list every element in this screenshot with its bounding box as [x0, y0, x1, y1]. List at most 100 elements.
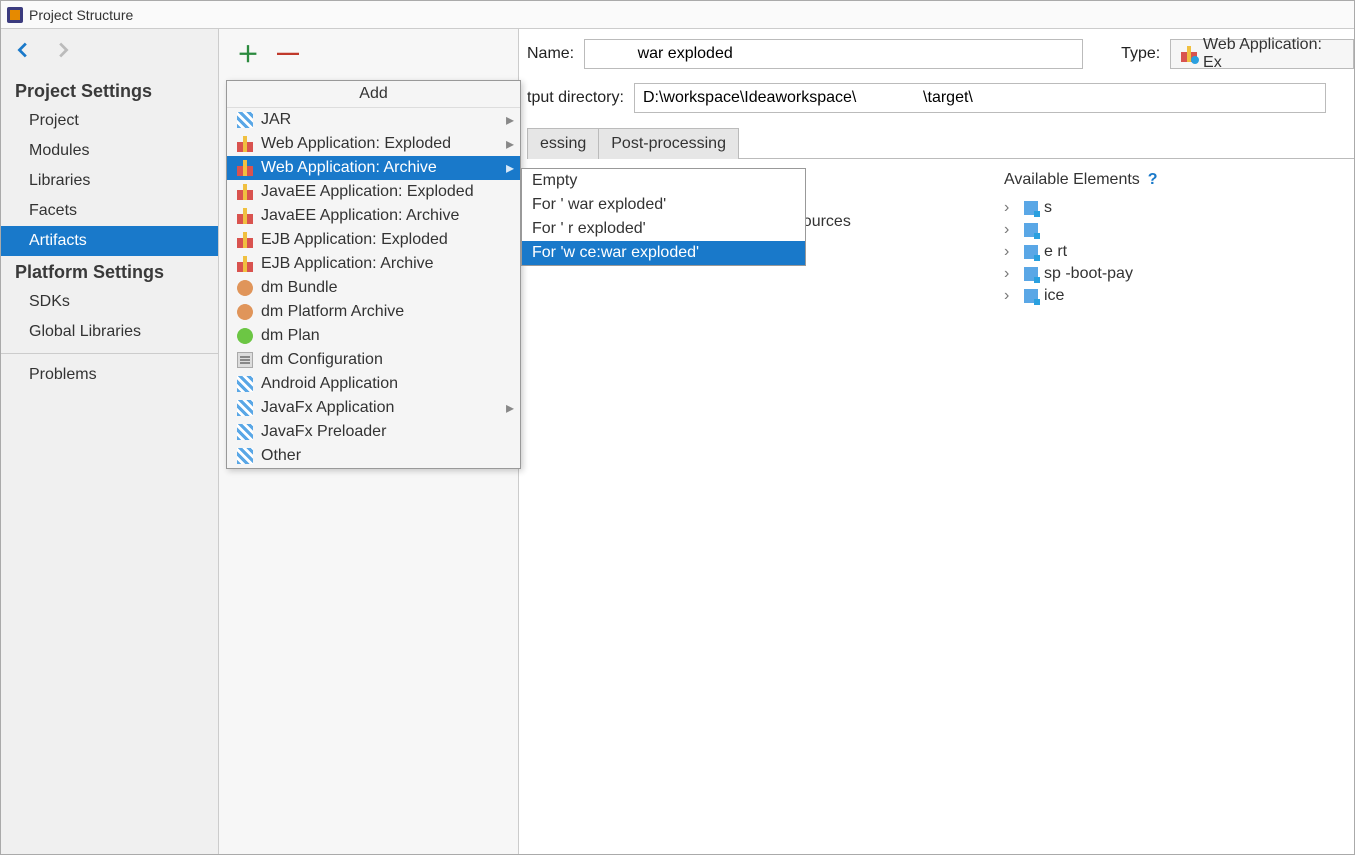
add-menu-item[interactable]: Other: [227, 444, 520, 468]
add-artifact-submenu: EmptyFor ' war exploded'For ' r exploded…: [521, 168, 806, 266]
artifact-type-dropdown[interactable]: Web Application: Ex: [1170, 39, 1354, 69]
sidebar-divider: [1, 353, 218, 354]
available-item-label: sp -boot-pay: [1044, 265, 1133, 283]
tabs: essing Post-processing: [527, 127, 1354, 159]
tab-postprocessing[interactable]: Post-processing: [598, 128, 739, 159]
add-menu-item[interactable]: JavaEE Application: Exploded: [227, 180, 520, 204]
add-menu-item-label: JavaEE Application: Archive: [261, 207, 459, 225]
add-menu-item[interactable]: EJB Application: Exploded: [227, 228, 520, 252]
gift-icon: [237, 160, 253, 176]
add-menu-item[interactable]: dm Configuration: [227, 348, 520, 372]
add-menu-item-label: Other: [261, 447, 301, 465]
add-menu-item[interactable]: Android Application: [227, 372, 520, 396]
add-menu-item-label: dm Configuration: [261, 351, 383, 369]
module-blue-icon: [1024, 201, 1038, 215]
submenu-item[interactable]: For ' r exploded': [522, 217, 805, 241]
add-menu-item[interactable]: dm Plan: [227, 324, 520, 348]
submenu-arrow-icon: ▸: [506, 134, 514, 154]
gift-icon: [237, 208, 253, 224]
submenu-arrow-icon: ▸: [506, 398, 514, 418]
titlebar: Project Structure: [1, 1, 1354, 29]
add-menu-item-label: dm Platform Archive: [261, 303, 404, 321]
add-menu-item[interactable]: JavaFx Preloader: [227, 420, 520, 444]
remove-artifact-icon[interactable]: —: [277, 40, 299, 66]
add-menu-item-label: EJB Application: Archive: [261, 255, 434, 273]
sidebar: Project Settings Project Modules Librari…: [1, 29, 219, 854]
submenu-item[interactable]: For ' war exploded': [522, 193, 805, 217]
jar-icon: [237, 424, 253, 440]
chevron-right-icon: ›: [1004, 243, 1018, 261]
module-blue-icon: [1024, 223, 1038, 237]
chevron-right-icon: ›: [1004, 265, 1018, 283]
add-menu-item[interactable]: JavaFx Application ▸: [227, 396, 520, 420]
add-menu-item[interactable]: Web Application: Exploded ▸: [227, 132, 520, 156]
sidebar-item-artifacts[interactable]: Artifacts: [1, 226, 218, 256]
add-menu-item-label: dm Bundle: [261, 279, 338, 297]
nav-forward-icon[interactable]: [51, 39, 73, 65]
add-artifact-icon[interactable]: ＋: [237, 37, 259, 69]
available-item[interactable]: › ice: [1004, 285, 1344, 307]
type-label: Type:: [1121, 45, 1160, 63]
output-dir-label: tput directory:: [527, 89, 624, 107]
add-menu-item-label: Web Application: Exploded: [261, 135, 451, 153]
add-menu-item-label: EJB Application: Exploded: [261, 231, 448, 249]
add-menu-item-label: JAR: [261, 111, 291, 129]
add-menu-item[interactable]: dm Platform Archive: [227, 300, 520, 324]
gift-icon: [237, 256, 253, 272]
sidebar-item-facets[interactable]: Facets: [1, 196, 218, 226]
submenu-arrow-icon: ▸: [506, 158, 514, 178]
gift-icon: [1181, 46, 1197, 62]
available-item-label: e rt: [1044, 243, 1067, 261]
submenu-item[interactable]: Empty: [522, 169, 805, 193]
dm-icon: [237, 280, 253, 296]
tab-preprocessing[interactable]: essing: [527, 128, 599, 159]
artifact-detail-panel: Name: Type: Web Application: Ex tput dir…: [519, 29, 1354, 854]
available-item[interactable]: ›: [1004, 219, 1344, 241]
available-item[interactable]: › s: [1004, 197, 1344, 219]
add-menu-item-label: JavaFx Preloader: [261, 423, 386, 441]
add-menu-item[interactable]: EJB Application: Archive: [227, 252, 520, 276]
available-title: Available Elements: [1004, 171, 1140, 189]
help-icon[interactable]: ?: [1148, 171, 1158, 189]
artifact-name-input[interactable]: [584, 39, 1083, 69]
gift-icon: [237, 232, 253, 248]
gift-icon: [237, 136, 253, 152]
sidebar-item-sdks[interactable]: SDKs: [1, 287, 218, 317]
sidebar-item-modules[interactable]: Modules: [1, 136, 218, 166]
add-menu-item[interactable]: Web Application: Archive▸: [227, 156, 520, 180]
sidebar-heading-platform: Platform Settings: [1, 256, 218, 287]
module-blue-icon: [1024, 245, 1038, 259]
chevron-right-icon: ›: [1004, 221, 1018, 239]
submenu-item[interactable]: For 'w ce:war exploded': [522, 241, 805, 265]
dmplan-icon: [237, 328, 253, 344]
output-dir-input[interactable]: [634, 83, 1326, 113]
add-menu-title: Add: [227, 81, 520, 108]
add-menu-item[interactable]: JAR ▸: [227, 108, 520, 132]
add-artifact-menu: Add JAR▸Web Application: Exploded▸Web Ap…: [226, 80, 521, 469]
nav-back-icon[interactable]: [13, 39, 35, 65]
sidebar-item-project[interactable]: Project: [1, 106, 218, 136]
add-menu-item[interactable]: JavaEE Application: Archive: [227, 204, 520, 228]
submenu-arrow-icon: ▸: [506, 110, 514, 130]
add-menu-item-label: JavaEE Application: Exploded: [261, 183, 474, 201]
app-icon: [7, 7, 23, 23]
gift-icon: [237, 184, 253, 200]
jar-icon: [237, 112, 253, 128]
chevron-right-icon: ›: [1004, 199, 1018, 217]
available-item[interactable]: › e rt: [1004, 241, 1344, 263]
available-item[interactable]: › sp -boot-pay: [1004, 263, 1344, 285]
available-item-label: s: [1044, 199, 1052, 217]
available-item-label: ice: [1044, 287, 1064, 305]
add-menu-item-label: Android Application: [261, 375, 398, 393]
jar-icon: [237, 448, 253, 464]
available-elements-panel: Available Elements ? › s › › e rt › sp -b…: [994, 159, 1354, 854]
jar-icon: [237, 376, 253, 392]
window-title: Project Structure: [29, 7, 133, 23]
sidebar-item-libraries[interactable]: Libraries: [1, 166, 218, 196]
add-menu-item[interactable]: dm Bundle: [227, 276, 520, 300]
chevron-right-icon: ›: [1004, 287, 1018, 305]
add-menu-item-label: JavaFx Application: [261, 399, 394, 417]
cfg-icon: [237, 352, 253, 368]
sidebar-item-problems[interactable]: Problems: [1, 360, 218, 390]
sidebar-item-global-libraries[interactable]: Global Libraries: [1, 317, 218, 347]
